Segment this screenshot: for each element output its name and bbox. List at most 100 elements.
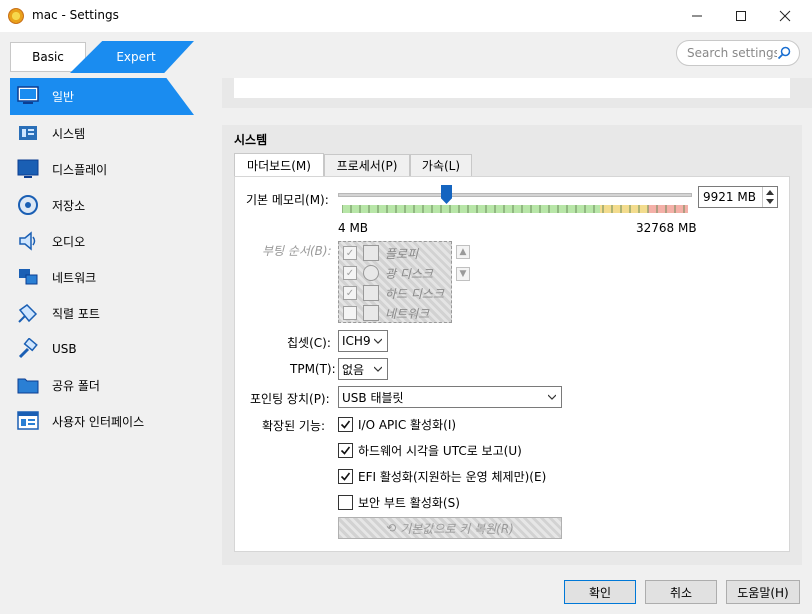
chevron-down-icon — [374, 366, 382, 372]
option-label: EFI 활성화(지원하는 운영 체제만)(E) — [358, 469, 547, 484]
app-icon — [8, 8, 24, 24]
spin-up-icon[interactable] — [766, 190, 774, 195]
tab-acceleration[interactable]: 가속(L) — [410, 154, 472, 176]
search-icon[interactable] — [777, 46, 791, 60]
sidebar-item-audio[interactable]: 오디오 — [10, 223, 194, 259]
option-label: I/O APIC 활성화(I) — [358, 417, 457, 432]
search-input[interactable] — [687, 45, 777, 61]
arrow-down-icon: ▼ — [459, 269, 467, 279]
help-button[interactable]: 도움말(H) — [726, 580, 800, 604]
sidebar-item-display[interactable]: 디스플레이 — [10, 151, 194, 187]
boot-item-label: 광 디스크 — [385, 266, 433, 281]
network-boot-icon — [363, 305, 379, 321]
boot-item-label: 네트워크 — [385, 306, 430, 321]
chevron-down-icon — [374, 338, 382, 344]
sidebar-item-label: 시스템 — [52, 126, 86, 141]
pointing-device-value: USB 태블릿 — [342, 390, 404, 405]
sidebar-item-user-interface[interactable]: 사용자 인터페이스 — [10, 403, 194, 439]
boot-item-hard-disk[interactable]: ✓ 하드 디스크 — [341, 283, 451, 303]
option-secure-boot[interactable]: 보안 부트 활성화(S) — [338, 493, 460, 511]
cancel-button[interactable]: 취소 — [645, 580, 717, 604]
network-icon — [16, 265, 40, 289]
option-label: 하드웨어 시각을 UTC로 보고(U) — [358, 443, 522, 458]
boot-item-label: 하드 디스크 — [385, 286, 445, 301]
boot-move-up-button[interactable]: ▲ — [456, 245, 470, 259]
option-utc-clock[interactable]: 하드웨어 시각을 UTC로 보고(U) — [338, 441, 522, 459]
boot-optical-checkbox[interactable]: ✓ — [343, 266, 357, 280]
boot-floppy-checkbox[interactable]: ✓ — [343, 246, 357, 260]
close-button[interactable] — [762, 0, 808, 32]
sidebar-item-storage[interactable]: 저장소 — [10, 187, 194, 223]
sidebar-item-serial-port[interactable]: 직렬 포트 — [10, 295, 194, 331]
boot-item-floppy[interactable]: ✓ 플로피 — [341, 243, 451, 263]
sidebar-item-general[interactable]: 일반 — [10, 78, 194, 114]
option-io-apic[interactable]: I/O APIC 활성화(I) — [338, 415, 456, 433]
maximize-button[interactable] — [718, 0, 764, 32]
boot-order-label: 부팅 순서(B): — [262, 244, 332, 258]
ok-button[interactable]: 확인 — [564, 580, 636, 604]
sidebar-item-label: 사용자 인터페이스 — [52, 414, 145, 429]
ok-label: 확인 — [588, 585, 612, 600]
tab-motherboard[interactable]: 마더보드(M) — [234, 153, 324, 176]
tpm-label: TPM(T): — [290, 362, 336, 376]
sidebar-item-label: 일반 — [52, 89, 75, 104]
reset-keys-label: 기본값으로 키 복원(R) — [400, 521, 514, 536]
sidebar-item-usb[interactable]: USB — [10, 331, 194, 367]
storage-icon — [16, 193, 40, 217]
boot-hard-disk-checkbox[interactable]: ✓ — [343, 286, 357, 300]
secure-boot-checkbox[interactable] — [338, 494, 353, 510]
tab-motherboard-label: 마더보드(M) — [247, 158, 311, 173]
boot-network-checkbox[interactable] — [343, 306, 357, 320]
sidebar-item-network[interactable]: 네트워크 — [10, 259, 194, 295]
boot-item-network[interactable]: 네트워크 — [341, 303, 451, 323]
tab-processor[interactable]: 프로세서(P) — [324, 154, 410, 176]
user-interface-icon — [16, 409, 40, 433]
boot-order-list[interactable]: ✓ 플로피 ✓ 광 디스크 ✓ 하드 디스크 네트워크 — [338, 241, 452, 323]
memory-slider-ticks — [342, 205, 685, 213]
tab-processor-label: 프로세서(P) — [336, 159, 398, 173]
boot-move-down-button[interactable]: ▼ — [456, 267, 470, 281]
chipset-value: ICH9 — [342, 334, 371, 348]
reset-keys-button[interactable]: ⟲ 기본값으로 키 복원(R) — [338, 517, 562, 539]
memory-spinbox[interactable]: 9921 MB — [698, 186, 778, 208]
boot-item-label: 플로피 — [385, 246, 419, 261]
maximize-icon — [736, 11, 746, 21]
tab-expert[interactable]: Expert — [70, 41, 194, 73]
utc-clock-checkbox[interactable] — [338, 442, 353, 458]
scrollbar[interactable] — [802, 78, 812, 108]
memory-label: 기본 메모리(M): — [246, 193, 329, 207]
minimize-button[interactable] — [674, 0, 720, 32]
memory-slider-track[interactable] — [338, 193, 692, 197]
usb-icon — [16, 337, 40, 361]
option-label: 보안 부트 활성화(S) — [358, 495, 460, 510]
pointing-device-select[interactable]: USB 태블릿 — [338, 386, 562, 408]
memory-value: 9921 MB — [703, 190, 756, 204]
window-title: mac - Settings — [32, 8, 119, 22]
system-icon — [16, 121, 40, 145]
tab-basic[interactable]: Basic — [10, 42, 86, 72]
sidebar-item-label: 디스플레이 — [52, 162, 108, 177]
general-icon — [16, 84, 40, 108]
chevron-down-icon — [548, 394, 556, 400]
sidebar-item-label: 저장소 — [52, 198, 86, 213]
sidebar-item-shared-folder[interactable]: 공유 폴더 — [10, 367, 194, 403]
tab-acceleration-label: 가속(L) — [421, 159, 461, 173]
memory-spin-buttons[interactable] — [762, 187, 777, 207]
sidebar-item-system[interactable]: 시스템 — [10, 115, 194, 151]
spin-down-icon[interactable] — [766, 199, 774, 204]
option-efi[interactable]: EFI 활성화(지원하는 운영 체제만)(E) — [338, 467, 546, 485]
close-icon — [779, 10, 791, 22]
tpm-select[interactable]: 없음 — [338, 358, 388, 380]
boot-item-optical[interactable]: ✓ 광 디스크 — [341, 263, 451, 283]
previous-section-body — [234, 78, 790, 98]
shared-folder-icon — [16, 373, 40, 397]
efi-checkbox[interactable] — [338, 468, 353, 484]
tab-expert-label: Expert — [116, 50, 156, 64]
io-apic-checkbox[interactable] — [338, 416, 353, 432]
chipset-label: 칩셋(C): — [287, 336, 331, 350]
serial-port-icon — [16, 301, 40, 325]
search-box — [676, 40, 800, 66]
checkmark-icon — [340, 472, 351, 481]
chipset-select[interactable]: ICH9 — [338, 330, 388, 352]
floppy-icon — [363, 245, 379, 261]
